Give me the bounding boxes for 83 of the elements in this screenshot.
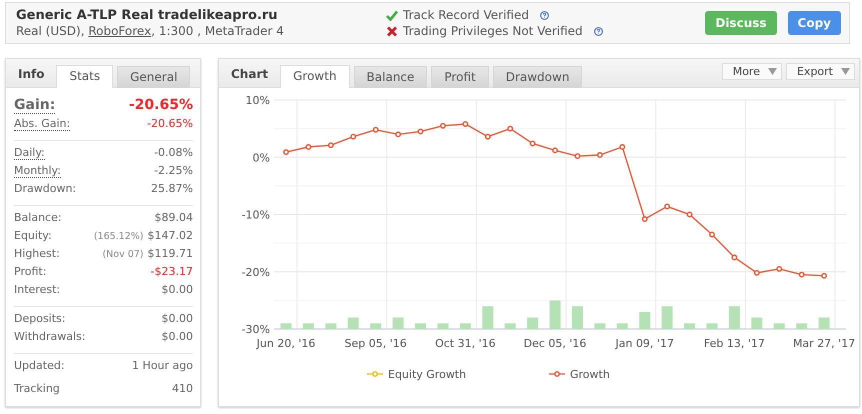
data-point <box>283 149 289 155</box>
stat-value: -0.08% <box>154 146 193 159</box>
stat-label: Profit: <box>14 265 46 278</box>
help-icon[interactable] <box>540 10 549 20</box>
verification-label: Track Record Verified <box>403 8 529 22</box>
stat-label: Abs. Gain: <box>14 117 70 131</box>
axis-label: 0% <box>252 151 270 164</box>
data-point <box>395 131 401 138</box>
data-point <box>642 216 648 222</box>
account-title: Generic A-TLP Real tradelikeapro.ru <box>16 8 279 23</box>
account-details: Real (USD), RoboForex, 1:300 , MetaTrader 4 <box>16 24 285 38</box>
data-point <box>754 270 760 276</box>
data-point <box>821 272 827 279</box>
verification-label: Trading Privileges Not Verified <box>403 24 583 38</box>
axis-label: Jun 20, '16 <box>256 337 316 350</box>
stat-label: Balance: <box>14 211 62 224</box>
axis-label: Dec 05, '16 <box>524 337 586 350</box>
stat-value: $119.71 <box>148 247 193 260</box>
stat-value: 410 <box>172 382 193 395</box>
tab[interactable]: Drawdown <box>492 66 582 88</box>
tab[interactable]: Growth <box>280 65 350 88</box>
data-point <box>619 144 626 150</box>
data-point <box>686 212 692 218</box>
stat-label: Daily: <box>14 146 45 160</box>
legend-label[interactable]: Equity Growth <box>388 368 466 381</box>
stat-value: $0.00 <box>162 283 193 296</box>
stat-label: Updated: <box>14 359 65 372</box>
stat-note: (165.12%) <box>94 231 144 242</box>
stat-label: Drawdown: <box>14 182 76 195</box>
stat-value: 25.87% <box>151 182 193 195</box>
caret-icon <box>768 68 777 75</box>
data-point <box>709 232 715 238</box>
axis-label: Oct 31, '16 <box>435 337 496 350</box>
stat-value: -20.65% <box>147 117 193 130</box>
data-point <box>328 142 334 148</box>
panel-title: Info <box>17 67 46 83</box>
axis-label: 10% <box>246 94 270 107</box>
axis-label: Feb 13, '17 <box>704 337 765 350</box>
stat-value: -2.25% <box>154 164 193 177</box>
data-point <box>484 134 491 140</box>
stat-value: 1 Hour ago <box>132 359 193 372</box>
data-point <box>776 266 782 272</box>
data-point <box>552 147 558 154</box>
stat-value: -$23.17 <box>150 265 193 278</box>
caret-icon <box>841 68 850 75</box>
dropdown-button[interactable]: More <box>722 63 782 80</box>
data-point <box>306 144 312 150</box>
axis-label: Mar 27, '17 <box>792 337 856 350</box>
broker-link[interactable]: RoboForex <box>88 24 152 38</box>
data-point <box>732 254 738 260</box>
stat-label: Highest: <box>14 247 60 260</box>
help-icon[interactable] <box>594 26 603 36</box>
stat-label: Monthly: <box>14 164 61 178</box>
data-point <box>664 204 670 210</box>
axis-label: Sep 05, '16 <box>344 337 407 350</box>
data-point <box>530 140 536 146</box>
axis-label: -20% <box>242 266 270 279</box>
tab[interactable]: General <box>117 66 190 88</box>
legend-label[interactable]: Growth <box>570 368 610 381</box>
stat-value: -20.65% <box>128 97 193 113</box>
stat-note: (Nov 07) <box>102 249 144 260</box>
stat-label: Tracking <box>14 382 60 395</box>
stat-value: $0.00 <box>162 330 193 343</box>
stat-label: Deposits: <box>14 312 66 325</box>
data-point <box>350 134 356 140</box>
data-point <box>574 153 580 159</box>
axis-label: Jan 09, '17 <box>615 337 674 350</box>
data-point <box>596 152 603 158</box>
stat-label: Gain: <box>14 97 56 114</box>
stat-label: Equity: <box>14 229 52 242</box>
axis-label: -30% <box>242 323 270 336</box>
data-point <box>798 272 805 278</box>
stat-value: $89.04 <box>154 211 193 224</box>
tab[interactable]: Stats <box>56 65 114 88</box>
panel-title: Chart <box>230 67 270 83</box>
stat-label: Withdrawals: <box>14 330 86 343</box>
stat-value: $0.00 <box>162 312 193 325</box>
axis-label: -10% <box>242 208 270 222</box>
dropdown-button[interactable]: Export <box>786 63 855 80</box>
stat-value: $147.02 <box>148 229 193 242</box>
tab[interactable]: Balance <box>354 66 428 88</box>
stat-label: Interest: <box>14 283 60 296</box>
tab[interactable]: Profit <box>431 66 489 88</box>
